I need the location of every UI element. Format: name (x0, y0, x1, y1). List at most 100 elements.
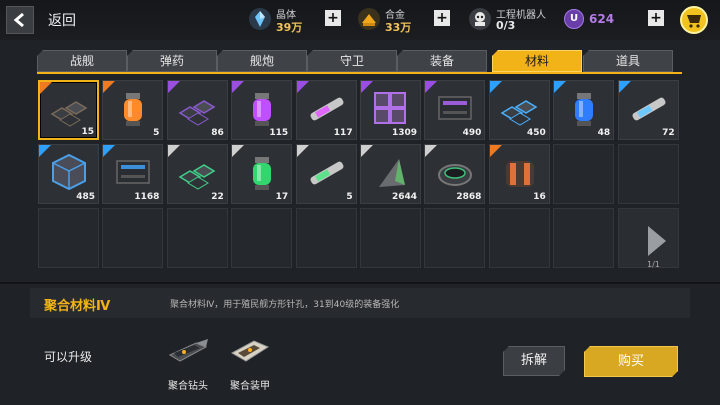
material-icon (310, 97, 344, 121)
item-quantity: 485 (76, 192, 95, 202)
resource-alloy: 合金 33万 (357, 5, 437, 35)
material-icon (632, 97, 666, 121)
item-cell[interactable]: 17 (231, 144, 293, 204)
material-icon (438, 96, 473, 120)
item-cell[interactable]: 1309 (360, 80, 421, 140)
tab-materials[interactable]: 材料 (492, 50, 582, 72)
item-cell[interactable]: 485 (38, 144, 99, 204)
item-quantity: 5 (346, 192, 353, 202)
item-quantity: 2868 (456, 192, 482, 202)
resource-robot: 工程机器人 0/3 (468, 5, 558, 35)
empty-cell (166, 208, 228, 268)
empty-cell (360, 208, 421, 268)
item-cell[interactable]: 5 (295, 144, 357, 204)
item-description: 聚合材料Ⅳ，用于殖民舰方形针孔，31到40级的装备强化 (170, 300, 400, 310)
item-cell[interactable]: 2644 (360, 144, 421, 204)
item-cell[interactable]: 2868 (424, 144, 486, 204)
tab-equipment[interactable]: 装备 (397, 50, 487, 72)
next-page-button[interactable] (646, 226, 666, 260)
tab-ammo[interactable]: 弹药 (127, 50, 217, 72)
robot-icon (469, 8, 491, 30)
empty-cell (295, 208, 357, 268)
crystal-icon (249, 8, 271, 30)
empty-cell (231, 208, 293, 268)
back-label[interactable]: 返回 (48, 10, 76, 30)
item-quantity: 490 (462, 128, 482, 138)
item-quantity: 117 (333, 128, 353, 138)
tab-underline (37, 72, 682, 74)
material-icon (253, 157, 272, 190)
material-icon (178, 100, 216, 126)
item-cell[interactable]: 5 (102, 80, 164, 140)
premium-currency-value: 624 (589, 12, 615, 26)
empty-cell (617, 144, 679, 204)
material-icon (500, 100, 538, 126)
material-icon (178, 164, 216, 190)
item-cell[interactable]: 16 (488, 144, 550, 204)
cart-button[interactable] (680, 6, 708, 34)
tab-cannons[interactable]: 舰炮 (217, 50, 307, 72)
material-icon (253, 93, 272, 126)
alloy-icon (358, 8, 380, 30)
alloy-value: 33万 (385, 21, 412, 34)
back-button[interactable] (6, 6, 34, 34)
material-icon (575, 93, 594, 126)
item-detail-bar: 聚合材料Ⅳ 聚合材料Ⅳ，用于殖民舰方形针孔，31到40级的装备强化 (30, 288, 690, 318)
upgrade-item-armor-label: 聚合装甲 (230, 381, 270, 392)
upgrade-label: 可以升级 (44, 350, 93, 364)
material-icon (505, 161, 534, 187)
material-icon (52, 153, 86, 191)
item-cell[interactable]: 22 (166, 144, 228, 204)
add-alloy-button[interactable]: + (434, 10, 450, 26)
material-icon (116, 160, 151, 184)
item-cell[interactable]: 117 (295, 80, 357, 140)
item-cell[interactable]: 115 (231, 80, 293, 140)
item-cell[interactable]: 15 (38, 80, 99, 140)
material-icon (50, 101, 88, 127)
item-quantity: 16 (533, 192, 546, 202)
crystal-value: 39万 (276, 21, 303, 34)
premium-currency-icon: U (564, 9, 584, 29)
empty-cell (424, 208, 486, 268)
robot-value: 0/3 (496, 19, 516, 32)
divider (0, 282, 720, 284)
tab-props[interactable]: 道具 (583, 50, 673, 72)
upgrade-item-drill-label: 聚合钻头 (168, 381, 208, 392)
top-bar: 返回 晶体 39万 + 合金 33万 + 工程机器人 0/3 U 624 + (0, 0, 720, 40)
material-icon (379, 159, 405, 187)
resource-crystal: 晶体 39万 (248, 5, 328, 35)
drill-icon (168, 339, 208, 362)
empty-cell (553, 208, 615, 268)
item-cell[interactable]: 48 (553, 80, 615, 140)
item-quantity: 1168 (134, 192, 160, 202)
item-quantity: 2644 (391, 192, 417, 202)
add-premium-button[interactable]: + (648, 10, 664, 26)
item-grid: 15 5 86 115 117 1309 490 450 48 72 485 1… (38, 80, 682, 272)
item-cell[interactable]: 1168 (102, 144, 164, 204)
item-quantity: 450 (527, 128, 546, 138)
add-crystal-button[interactable]: + (325, 10, 341, 26)
item-quantity: 1309 (391, 128, 417, 138)
cart-icon (687, 15, 701, 28)
empty-cell (38, 208, 99, 268)
item-quantity: 86 (211, 128, 224, 138)
tab-guards[interactable]: 守卫 (307, 50, 397, 72)
material-icon (438, 164, 473, 186)
item-cell[interactable]: 490 (424, 80, 486, 140)
dismantle-button[interactable]: 拆解 (503, 346, 565, 376)
item-cell[interactable]: 72 (617, 80, 679, 140)
material-icon (374, 92, 406, 124)
empty-cell (553, 144, 615, 204)
item-quantity: 15 (81, 127, 94, 137)
item-quantity: 115 (269, 128, 289, 138)
item-quantity: 48 (597, 128, 611, 138)
item-name: 聚合材料Ⅳ (44, 299, 111, 314)
chevron-right-icon (648, 226, 666, 256)
buy-button[interactable]: 购买 (584, 346, 678, 377)
item-quantity: 5 (153, 128, 160, 138)
item-cell[interactable]: 450 (488, 80, 550, 140)
page-indicator: 1/1 (647, 260, 660, 269)
item-quantity: 22 (211, 192, 224, 202)
tab-warships[interactable]: 战舰 (37, 50, 127, 72)
item-cell[interactable]: 86 (166, 80, 228, 140)
